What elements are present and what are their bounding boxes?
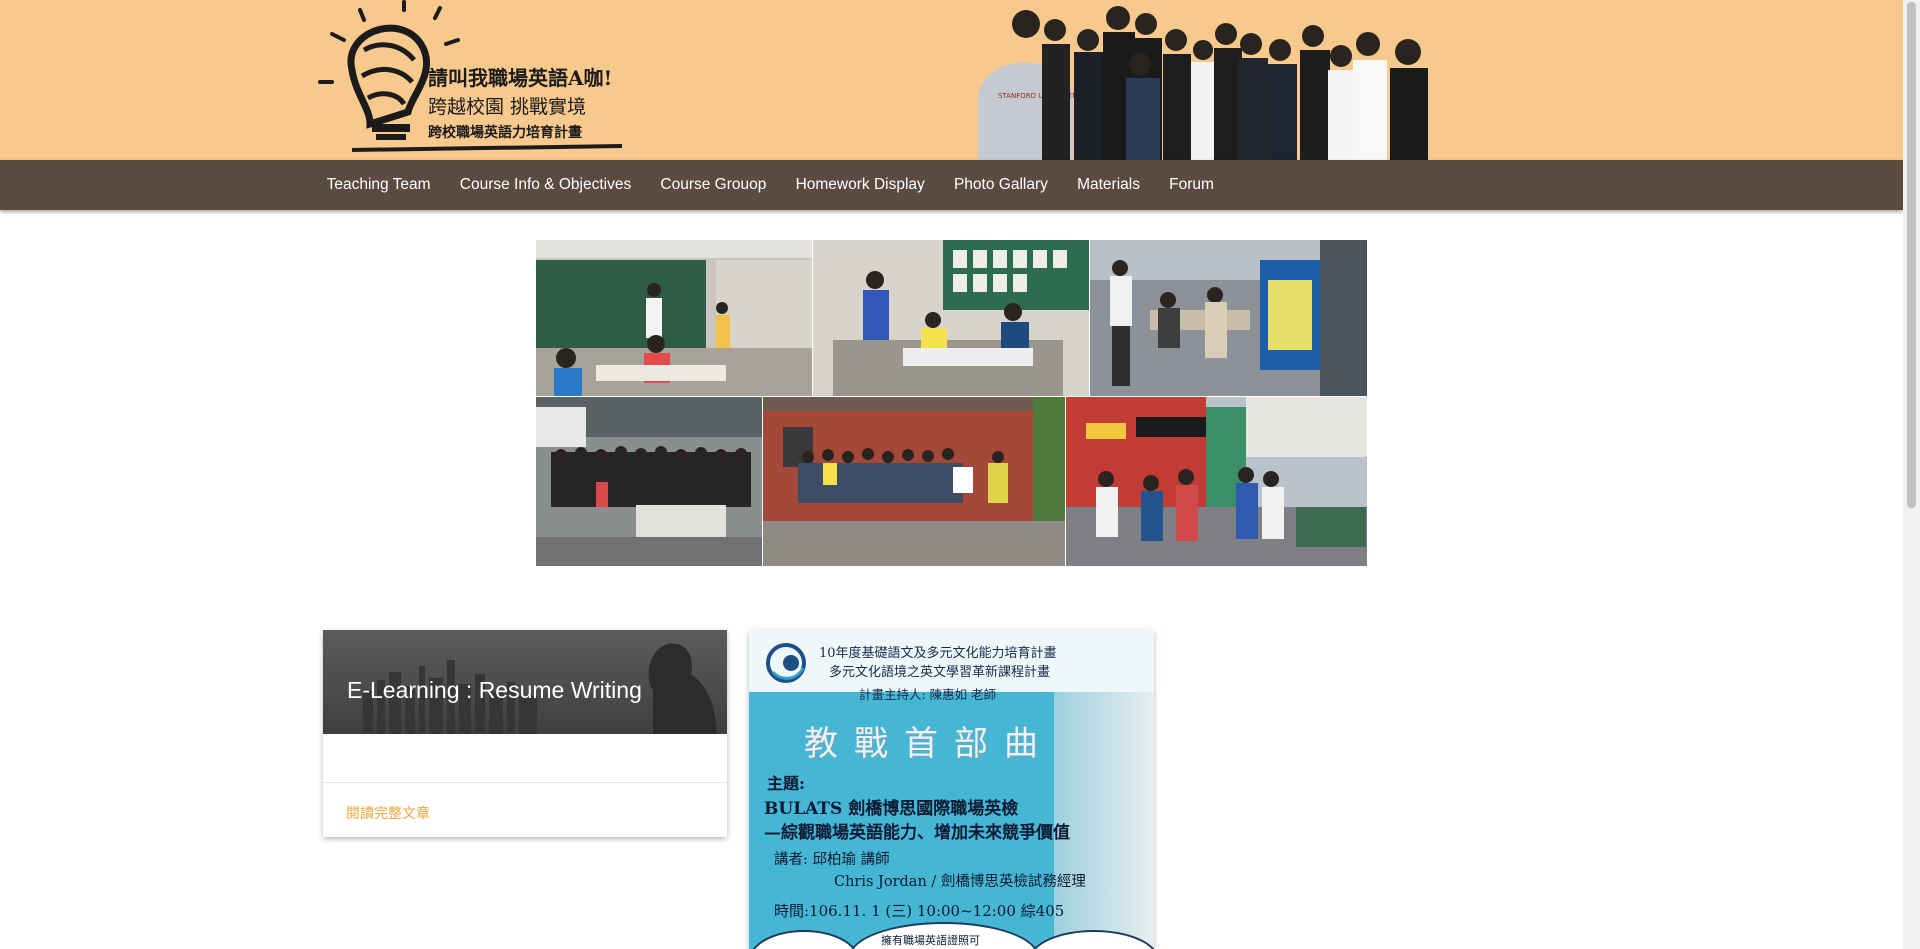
poster-topic-line1: BULATS 劍橋博思國際職場英檢 [764,799,1019,819]
poster-topic-label: 主題: [767,774,805,793]
gallery-photo-street-tour[interactable] [1066,397,1367,566]
card-header-image[interactable]: E-Learning : Resume Writing [323,630,727,734]
gallery-photo-student-speaking[interactable] [813,240,1089,396]
site-header: 請叫我職場英語A咖! 跨越校園 挑戰實境 跨校職場英語力培育計畫 STANFOR… [0,0,1903,160]
poster-time: 時間:106.11. 1 (三) 10:00~12:00 綜405 [774,902,1065,920]
poster-topic-line2: —綜觀職場英語能力、增加未來競爭價值 [764,823,1070,843]
nav-item-course-group[interactable]: Course Grouop [646,160,781,210]
poster-program-line2: 多元文化語境之英文學習革新課程計畫 [829,665,1051,680]
event-poster[interactable]: 10年度基礎語文及多元文化能力培育計畫 多元文化語境之英文學習革新課程計畫 計畫… [749,630,1154,949]
nav-item-course-info[interactable]: Course Info & Objectives [445,160,646,210]
poster-speaker-line1: 講者: 邱柏瑜 講師 [774,852,890,868]
poster-bubble-left [749,930,859,949]
poster-headline: 教戰首部曲 [804,724,1054,764]
main-navigation: Teaching Team Course Info & Objectives C… [0,160,1903,210]
team-group-photo: STANFORD UNIVERSITY [958,0,1523,160]
gallery-photo-classroom-lecture[interactable] [536,240,812,396]
poster-host: 計畫主持人: 陳惠如 老師 [859,687,997,702]
gallery-photo-booth-activity[interactable] [1090,240,1367,396]
card-divider [323,782,727,783]
nav-menu: Teaching Team Course Info & Objectives C… [312,160,1229,210]
page-scrollbar[interactable] [1903,0,1920,949]
gallery-photo-class-group[interactable] [536,397,762,566]
article-card: E-Learning : Resume Writing 閱讀完整文章 [323,630,727,837]
card-title[interactable]: E-Learning : Resume Writing [347,677,642,704]
logo-title: 請叫我職場英語A咖! [428,66,613,90]
nav-item-forum[interactable]: Forum [1155,160,1229,210]
logo-tagline: 跨校職場英語力培育計畫 [428,125,582,141]
nav-item-photo-gallery[interactable]: Photo Gallary [939,160,1062,210]
nav-item-teaching-team[interactable]: Teaching Team [312,160,445,210]
program-logo-icon [766,643,806,683]
scrollbar-thumb[interactable] [1907,2,1916,508]
poster-bubble-text: 擁有職場英語證照可 [881,934,980,947]
photo-gallery [536,240,1367,566]
nav-item-homework-display[interactable]: Homework Display [781,160,939,210]
poster-program-line1: 10年度基礎語文及多元文化能力培育計畫 [819,646,1057,661]
read-more-link[interactable]: 閱讀完整文章 [346,803,430,823]
gallery-photo-outdoor-brick-building[interactable] [763,397,1065,566]
logo-subtitle: 跨越校園 挑戰實境 [428,96,587,118]
nav-item-materials[interactable]: Materials [1062,160,1154,210]
poster-speaker-line2: Chris Jordan / 劍橋博思英檢試務經理 [834,874,1086,890]
